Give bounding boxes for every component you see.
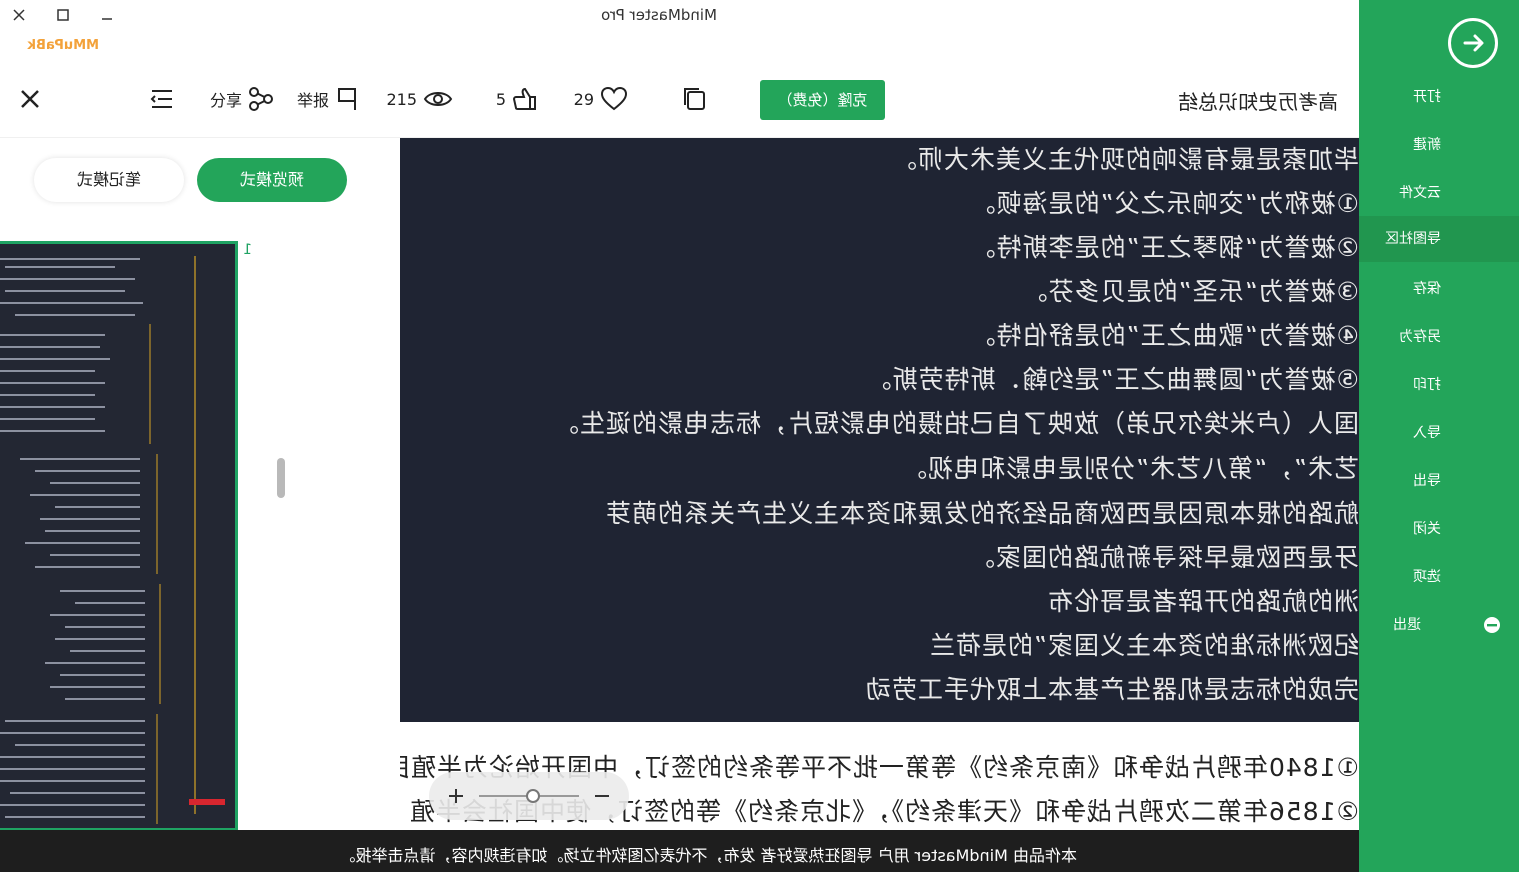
canvas-text-line: 国人（卢米埃尔兄弟）放映了自己拍摄的电影短片，标志电影的诞生。	[552, 409, 1359, 438]
brand-logo: MMuPaBk	[27, 38, 99, 53]
canvas-text-line: 纪欧洲标准的资本主义国家”的是荷兰	[929, 631, 1359, 660]
exit-icon	[1484, 617, 1500, 633]
menu-exit-label: 退出	[1393, 617, 1421, 633]
zoom-in-button[interactable]	[449, 789, 463, 803]
file-menu-sidebar: 打开 新建 云文件 导图社区 保存 另存为 打印 导入 导出 关闭 选项 退出	[1359, 0, 1519, 872]
share-button[interactable]: 分享	[210, 84, 274, 114]
copy-button[interactable]	[681, 84, 707, 114]
back-arrow-icon[interactable]	[1448, 18, 1498, 68]
mindmap-thumbnail[interactable]	[0, 241, 238, 831]
menu-print[interactable]: 打印	[1359, 362, 1519, 408]
canvas-text-line: ①被称为“交响乐之父”的是海顿。	[969, 189, 1359, 218]
menu-save[interactable]: 保存	[1359, 266, 1519, 312]
view-count: 215	[386, 89, 417, 109]
menu-export-label: 导出	[1413, 473, 1441, 489]
canvas-text-line: ②被誉为“钢琴之王”的是李斯特。	[969, 233, 1359, 262]
eye-icon	[423, 92, 453, 106]
menu-close[interactable]: 关闭	[1359, 506, 1519, 552]
share-label: 分享	[209, 91, 242, 110]
vertical-scrollbar[interactable]	[277, 458, 285, 498]
menu-new[interactable]: 新建	[1359, 122, 1519, 168]
menu-close-label: 关闭	[1413, 521, 1441, 537]
report-button[interactable]: 举报	[297, 84, 359, 114]
menu-open[interactable]: 打开	[1359, 74, 1519, 120]
canvas-text-line: ⑤被誉为“圆舞曲之王”是约翰．斯特劳斯。	[865, 365, 1359, 394]
like-count: 5	[495, 89, 506, 109]
mindmap-canvas[interactable]: 毕加索是最有影响的现代主义美术大师。 ①被称为“交响乐之父”的是海顿。 ②被誉为…	[400, 138, 1359, 830]
canvas-text-line: 完成的标志是机器生产基本上取代手工劳动	[864, 675, 1359, 704]
canvas-text-line: 艺术”，“第八艺术”分别是电影和电视。	[901, 454, 1359, 483]
zoom-control	[429, 772, 629, 820]
menu-print-label: 打印	[1413, 377, 1441, 393]
thumbs-up-icon	[512, 87, 536, 110]
flag-icon	[338, 88, 356, 110]
menu-cloud-files[interactable]: 云文件	[1359, 170, 1519, 216]
menu-community[interactable]: 导图社区	[1359, 216, 1519, 262]
like-button[interactable]: 5	[496, 84, 538, 114]
views-indicator: 215	[386, 84, 453, 114]
menu-options-label: 选项	[1413, 569, 1441, 585]
menu-new-label: 新建	[1413, 137, 1441, 153]
copy-icon	[684, 88, 705, 110]
menu-save-label: 保存	[1413, 281, 1441, 297]
canvas-text-line: 牙是西欧最早探寻新航路的国家。	[968, 543, 1359, 572]
footer-notice[interactable]: 本作品由 MindMaster 用户 导图狂热爱好者 发布，不代表亿图软件立场。…	[339, 842, 1077, 866]
heart-icon	[600, 86, 628, 111]
canvas-text-line: 航路的根本原因是西欧商品经济的发展和资本主义生产关系的萌芽	[604, 499, 1359, 528]
canvas-text-line: ④被誉为“歌曲之王”的是舒伯特。	[969, 321, 1359, 350]
title-bar: MindMaster Pro	[0, 0, 1359, 32]
menu-export[interactable]: 导出	[1359, 458, 1519, 504]
clone-button[interactable]: 克隆（免费）	[760, 80, 885, 120]
menu-exit[interactable]: 退出	[1359, 602, 1519, 648]
footer-notice-bar: 本作品由 MindMaster 用户 导图狂热爱好者 发布，不代表亿图软件立场。…	[0, 830, 1359, 872]
close-window-button[interactable]	[6, 4, 32, 26]
canvas-text-line: 毕加索是最有影响的现代主义美术大师。	[890, 145, 1359, 174]
notes-mode-button[interactable]: 笔记模式	[34, 158, 184, 202]
document-title: 高考历史知识总结	[1178, 90, 1338, 114]
menu-options[interactable]: 选项	[1359, 554, 1519, 600]
minimize-button[interactable]	[94, 4, 120, 26]
menu-community-label: 导图社区	[1385, 231, 1441, 247]
menu-save-as-label: 另存为	[1399, 329, 1441, 345]
list-icon	[150, 90, 172, 108]
menu-save-as[interactable]: 另存为	[1359, 314, 1519, 360]
mindmap-thumbnail-graphic	[0, 256, 225, 824]
favorite-button[interactable]: 29	[574, 84, 628, 114]
favorite-count: 29	[573, 89, 594, 109]
menu-import[interactable]: 导入	[1359, 410, 1519, 456]
preview-mode-button[interactable]: 预览模式	[197, 158, 347, 202]
close-icon	[21, 90, 39, 108]
window-title: MindMaster Pro	[601, 6, 717, 24]
thumbnail-page-number: 1	[243, 242, 252, 258]
canvas-text-line: ③被誉为“乐圣”的是贝多芬。	[1021, 277, 1359, 306]
menu-import-label: 导入	[1413, 425, 1441, 441]
document-toolbar: 高考历史知识总结 克隆（免费） 29 5 215 举报 分享	[0, 62, 1359, 138]
menu-open-label: 打开	[1413, 89, 1441, 105]
maximize-button[interactable]	[50, 4, 76, 26]
menu-cloud-files-label: 云文件	[1399, 185, 1441, 201]
share-icon	[249, 87, 273, 111]
canvas-text-line: 洲的航路的开辟者是哥伦布	[1046, 587, 1359, 616]
report-label: 举报	[296, 91, 329, 110]
close-viewer-button[interactable]	[19, 84, 41, 114]
outline-button[interactable]	[149, 84, 175, 114]
thumbnail-panel: 1	[0, 138, 400, 831]
